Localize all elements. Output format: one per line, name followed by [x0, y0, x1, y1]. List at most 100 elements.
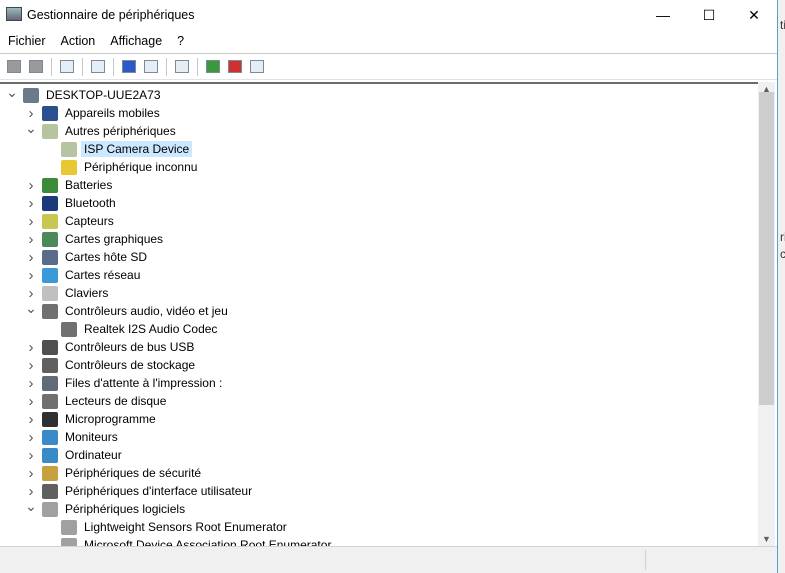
tree-item[interactable]: › Ordinateur — [25, 446, 125, 464]
menu-help[interactable]: ? — [169, 31, 191, 51]
minimize-button[interactable]: — — [640, 0, 686, 30]
chevron-down-icon[interactable]: ⌄ — [6, 84, 18, 101]
speaker-icon — [42, 303, 58, 319]
tree-item[interactable]: › Contrôleurs de bus USB — [25, 338, 197, 356]
uninstall-device-icon — [228, 60, 242, 73]
update-driver-button[interactable] — [203, 57, 223, 77]
storage-controller-icon — [42, 357, 58, 373]
tree-item[interactable]: Microsoft Device Association Root Enumer… — [44, 536, 334, 546]
tree-item[interactable]: › Cartes hôte SD — [25, 248, 150, 266]
menu-fichier[interactable]: Fichier — [0, 31, 53, 51]
sensor-icon — [42, 213, 58, 229]
scroll-down-icon[interactable]: ▼ — [758, 534, 775, 544]
tree-item[interactable]: ⌄ DESKTOP-UUE2A73 — [6, 84, 164, 104]
chevron-down-icon[interactable]: ⌄ — [25, 300, 37, 317]
back-icon — [7, 60, 21, 73]
tree-item[interactable]: › Cartes graphiques — [25, 230, 166, 248]
disable-device-button[interactable] — [247, 57, 267, 77]
tree-item[interactable]: › Contrôleurs de stockage — [25, 356, 198, 374]
tree-item[interactable]: ⌄ Contrôleurs audio, vidéo et jeu — [25, 300, 231, 320]
chevron-right-icon[interactable]: › — [25, 375, 37, 392]
properties-button[interactable] — [88, 57, 108, 77]
properties-icon — [91, 60, 105, 73]
firmware-icon — [42, 411, 58, 427]
tree-item-label: ISP Camera Device — [81, 141, 193, 157]
background-text: ti — [780, 18, 785, 32]
tree-item-label: Batteries — [65, 178, 113, 192]
chevron-down-icon[interactable]: ⌄ — [25, 498, 37, 515]
chevron-right-icon[interactable]: › — [25, 195, 37, 212]
tree-item-label: Claviers — [65, 286, 109, 300]
tree-item[interactable]: › Appareils mobiles — [25, 104, 163, 122]
tree-item[interactable]: › Microprogramme — [25, 410, 159, 428]
tree-item[interactable]: Realtek I2S Audio Codec — [44, 320, 220, 338]
tree-item-label: Cartes hôte SD — [65, 250, 148, 264]
menu-bar: Fichier Action Affichage ? — [0, 31, 777, 51]
tree-item-label: Périphériques de sécurité — [65, 466, 202, 480]
tree-item[interactable]: › Batteries — [25, 176, 115, 194]
unknown-device-icon — [61, 141, 77, 157]
toolbar-separator — [113, 57, 114, 76]
background-window: ti ri c — [778, 0, 785, 573]
tree-item-label: Autres périphériques — [65, 124, 176, 138]
device-manager-icon — [6, 7, 22, 21]
printer-icon — [42, 375, 58, 391]
security-devices-icon — [42, 465, 58, 481]
chevron-right-icon[interactable]: › — [25, 213, 37, 230]
scan-hardware-icon — [175, 60, 189, 73]
computer-icon — [23, 87, 39, 103]
chevron-right-icon[interactable]: › — [25, 447, 37, 464]
forward-icon — [29, 60, 43, 73]
toolbar — [0, 53, 777, 80]
forward-button[interactable] — [26, 57, 46, 77]
network-adapter-icon — [42, 267, 58, 283]
tree-item-label: Realtek I2S Audio Codec — [84, 322, 218, 336]
chevron-down-icon[interactable]: ⌄ — [25, 120, 37, 137]
tree-item[interactable]: › Moniteurs — [25, 428, 121, 446]
chevron-right-icon[interactable]: › — [25, 339, 37, 356]
tree-item[interactable]: ⌄ Autres périphériques — [25, 120, 179, 140]
warning-device-icon — [61, 159, 77, 175]
uninstall-device-button[interactable] — [225, 57, 245, 77]
maximize-button[interactable]: ☐ — [686, 0, 732, 30]
chevron-right-icon[interactable]: › — [25, 231, 37, 248]
vertical-scrollbar[interactable]: ▲ ▼ — [758, 82, 775, 546]
chevron-right-icon[interactable]: › — [25, 249, 37, 266]
tree-item[interactable]: Lightweight Sensors Root Enumerator — [44, 518, 290, 536]
menu-action[interactable]: Action — [53, 31, 103, 51]
tree-item[interactable]: ⌄ Périphériques logiciels — [25, 498, 188, 518]
chevron-right-icon[interactable]: › — [25, 177, 37, 194]
usb-icon — [42, 339, 58, 355]
tree-item[interactable]: › Bluetooth — [25, 194, 119, 212]
scan-hardware-button[interactable] — [172, 57, 192, 77]
tree-item[interactable]: › Files d'attente à l'impression : — [25, 374, 225, 392]
scrollbar-thumb[interactable] — [759, 92, 774, 405]
bluetooth-icon — [42, 195, 58, 211]
tree-item-label: Appareils mobiles — [65, 106, 160, 120]
help-button[interactable] — [119, 57, 139, 77]
chevron-right-icon[interactable]: › — [25, 429, 37, 446]
tree-item[interactable]: › Périphériques de sécurité — [25, 464, 204, 482]
show-hide-console-tree-button[interactable] — [57, 57, 77, 77]
chevron-right-icon[interactable]: › — [25, 411, 37, 428]
chevron-right-icon[interactable]: › — [25, 465, 37, 482]
action-pane-button[interactable] — [141, 57, 161, 77]
window-title: Gestionnaire de périphériques — [27, 8, 195, 22]
tree-item[interactable]: › Capteurs — [25, 212, 117, 230]
tree-item-label: Bluetooth — [65, 196, 116, 210]
tree-item[interactable]: Périphérique inconnu — [44, 158, 200, 176]
sd-host-icon — [42, 249, 58, 265]
background-text: c — [780, 247, 785, 261]
tree-item-label: Contrôleurs de bus USB — [65, 340, 195, 354]
chevron-right-icon[interactable]: › — [25, 267, 37, 284]
chevron-right-icon[interactable]: › — [25, 393, 37, 410]
tree-item[interactable]: › Claviers — [25, 284, 111, 302]
tree-item[interactable]: ISP Camera Device — [44, 140, 193, 158]
close-button[interactable]: ✕ — [731, 0, 777, 30]
menu-affichage[interactable]: Affichage — [102, 31, 169, 51]
tree-item[interactable]: › Périphériques d'interface utilisateur — [25, 482, 255, 500]
back-button[interactable] — [4, 57, 24, 77]
tree-item[interactable]: › Lecteurs de disque — [25, 392, 169, 410]
tree-item[interactable]: › Cartes réseau — [25, 266, 143, 284]
chevron-right-icon[interactable]: › — [25, 357, 37, 374]
